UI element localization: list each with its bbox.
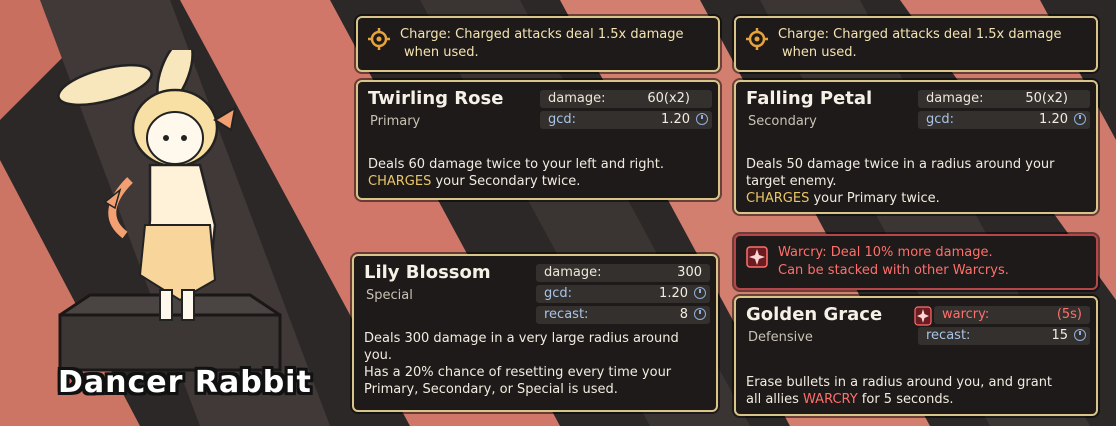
charge-note-line2: when used. xyxy=(404,45,479,60)
stat-label: warcry: xyxy=(942,307,990,322)
charge-note-secondary: Charge: Charged attacks deal 1.5x damage… xyxy=(734,16,1098,72)
desc-text: your Primary twice. xyxy=(809,191,940,206)
stat-value: (5s) xyxy=(1056,307,1082,322)
damage-stat: damage: 50(x2) xyxy=(918,90,1090,108)
stat-label: gcd: xyxy=(926,112,955,127)
charges-keyword: CHARGES xyxy=(368,174,432,189)
desc-line: target enemy. xyxy=(746,174,837,189)
target-icon xyxy=(368,28,390,50)
target-icon xyxy=(746,28,768,50)
ability-description: Deals 60 damage twice to your left and r… xyxy=(368,156,664,190)
damage-stat: damage: 60(x2) xyxy=(540,90,712,108)
ability-name: Falling Petal xyxy=(746,88,873,109)
desc-text: your Secondary twice. xyxy=(431,174,581,189)
clock-icon xyxy=(696,113,708,125)
stat-value: 1.20 xyxy=(661,112,690,127)
recast-stat: recast: 8 xyxy=(536,306,710,324)
desc-text: for 5 seconds. xyxy=(857,392,954,407)
ability-name: Golden Grace xyxy=(746,304,883,325)
gcd-stat: gcd: 1.20 xyxy=(918,111,1090,129)
stat-value: 60(x2) xyxy=(647,91,690,106)
ability-description: Deals 50 damage twice in a radius around… xyxy=(746,156,1055,207)
character-name: Dancer Rabbit xyxy=(58,365,312,400)
desc-line: CHARGES your Secondary twice. xyxy=(368,173,664,190)
stat-label: gcd: xyxy=(548,112,577,127)
warcry-stat: warcry: (5s) xyxy=(934,306,1090,324)
charge-note-line1: Charge: Charged attacks deal 1.5x damage xyxy=(778,27,1062,42)
stat-label: damage: xyxy=(544,265,602,280)
stat-value: 1.20 xyxy=(659,286,688,301)
stat-label: damage: xyxy=(548,91,606,106)
stat-value: 15 xyxy=(1051,328,1068,343)
warcry-icon xyxy=(914,306,932,326)
gcd-stat: gcd: 1.20 xyxy=(540,111,712,129)
character-illustration xyxy=(57,50,282,372)
ability-card-defensive[interactable]: Golden Grace Defensive warcry: (5s) reca… xyxy=(734,296,1098,416)
ability-name: Twirling Rose xyxy=(368,88,504,109)
desc-line: you. xyxy=(364,348,393,363)
warcry-note: Warcry: Deal 10% more damage. Can be sta… xyxy=(734,234,1098,290)
ability-name: Lily Blossom xyxy=(364,262,491,283)
desc-line: Deals 300 damage in a very large radius … xyxy=(364,331,679,346)
stat-label: gcd: xyxy=(544,286,573,301)
desc-line: Erase bullets in a radius around you, an… xyxy=(746,375,1053,390)
clock-icon xyxy=(1074,113,1086,125)
ability-slot: Secondary xyxy=(748,114,817,129)
ability-slot: Special xyxy=(366,288,413,303)
clock-icon xyxy=(694,287,706,299)
recast-stat: recast: 15 xyxy=(918,327,1090,345)
clock-icon xyxy=(694,308,706,320)
desc-text: all allies xyxy=(746,392,804,407)
ability-card-secondary[interactable]: Falling Petal Secondary damage: 50(x2) g… xyxy=(734,80,1098,214)
warcry-note-line2: Can be stacked with other Warcrys. xyxy=(778,263,1009,278)
charge-note-line2: when used. xyxy=(782,45,857,60)
desc-line: all allies WARCRY for 5 seconds. xyxy=(746,391,1052,408)
warcry-icon xyxy=(746,246,768,268)
charge-note-line1: Charge: Charged attacks deal 1.5x damage xyxy=(400,27,684,42)
warcry-note-line1: Warcry: Deal 10% more damage. xyxy=(778,245,993,260)
desc-line: Has a 20% chance of resetting every time… xyxy=(364,365,672,380)
stat-label: recast: xyxy=(926,328,971,343)
ability-slot: Primary xyxy=(370,114,421,129)
charge-note-primary: Charge: Charged attacks deal 1.5x damage… xyxy=(356,16,720,72)
stat-label: damage: xyxy=(926,91,984,106)
stat-value: 50(x2) xyxy=(1025,91,1068,106)
stat-value: 1.20 xyxy=(1039,112,1068,127)
charges-keyword: CHARGES xyxy=(746,191,810,206)
stat-value: 300 xyxy=(677,265,702,280)
stat-value: 8 xyxy=(679,307,688,322)
ability-description: Deals 300 damage in a very large radius … xyxy=(364,330,679,398)
ability-description: Erase bullets in a radius around you, an… xyxy=(746,374,1052,408)
desc-line: Primary, Secondary, or Special is used. xyxy=(364,382,618,397)
gcd-stat: gcd: 1.20 xyxy=(536,285,710,303)
ability-card-primary[interactable]: Twirling Rose Primary damage: 60(x2) gcd… xyxy=(356,80,720,200)
damage-stat: damage: 300 xyxy=(536,264,710,282)
warcry-keyword: WARCRY xyxy=(803,392,858,407)
clock-icon xyxy=(1074,329,1086,341)
desc-line: Deals 50 damage twice in a radius around… xyxy=(746,157,1055,172)
ability-card-special[interactable]: Lily Blossom Special damage: 300 gcd: 1.… xyxy=(352,254,718,412)
desc-line: Deals 60 damage twice to your left and r… xyxy=(368,157,665,172)
ability-slot: Defensive xyxy=(748,330,813,345)
stat-label: recast: xyxy=(544,307,589,322)
desc-line: CHARGES your Primary twice. xyxy=(746,190,1055,207)
